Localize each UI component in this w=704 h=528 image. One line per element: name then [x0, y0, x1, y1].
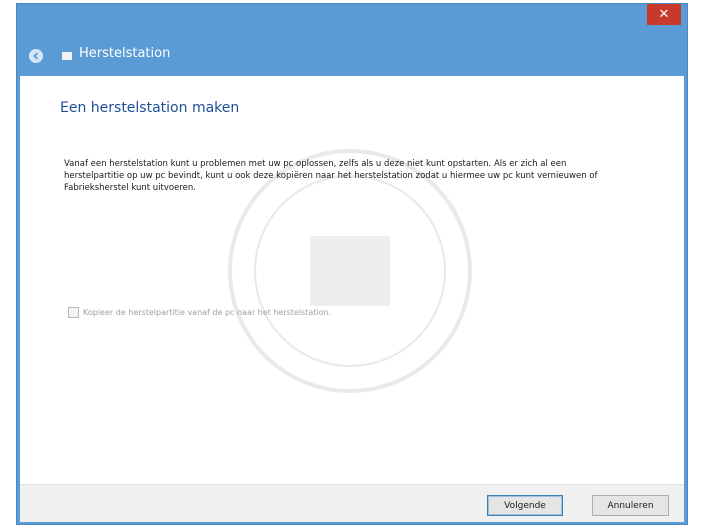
page-heading: Een herstelstation maken [60, 100, 240, 116]
drive-icon [62, 52, 72, 60]
description-text: Vanaf een herstelstation kunt u probleme… [64, 159, 598, 193]
wizard-nav-bar: Herstelstation [17, 38, 687, 78]
cancel-button[interactable]: Annuleren [592, 495, 669, 516]
copy-recovery-partition-label: Kopieer de herstelpartitie vanaf de pc n… [83, 308, 332, 317]
copy-recovery-partition-option[interactable]: Kopieer de herstelpartitie vanaf de pc n… [68, 307, 331, 318]
copy-recovery-partition-checkbox[interactable] [68, 307, 79, 318]
wizard-content: Een herstelstation maken Vanaf een herst… [20, 76, 684, 484]
title-bar: ✕ [17, 4, 687, 32]
back-button[interactable] [29, 49, 43, 63]
wizard-window: ✕ Herstelstation Een herstelstation make… [16, 3, 688, 525]
next-button[interactable]: Volgende [487, 495, 563, 516]
wizard-footer: Volgende Annuleren [20, 484, 684, 522]
back-arrow-icon [33, 52, 39, 60]
wizard-title: Herstelstation [79, 46, 171, 61]
close-button[interactable]: ✕ [647, 4, 681, 25]
